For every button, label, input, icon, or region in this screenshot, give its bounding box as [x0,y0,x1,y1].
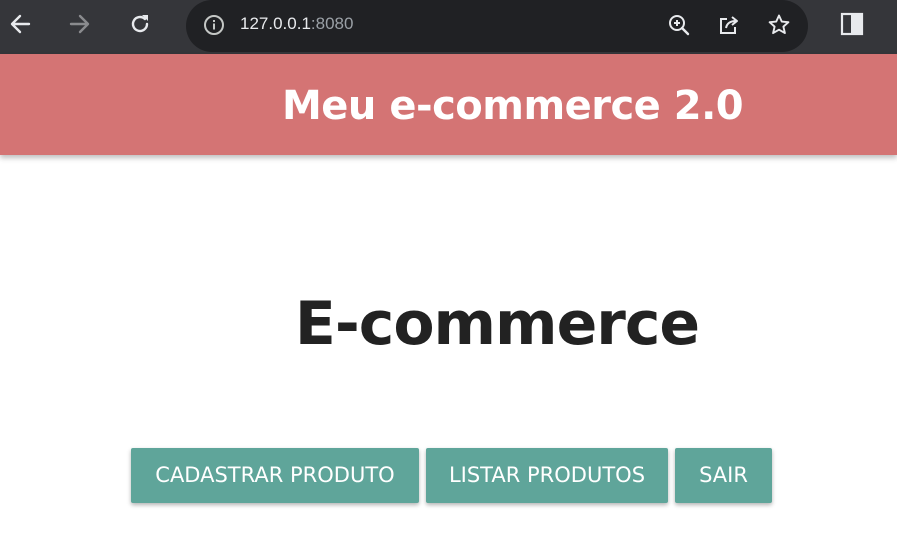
info-icon[interactable] [200,11,228,39]
app-title: Meu e-commerce 2.0 [282,83,744,129]
url-host: 127.0.0.1 [240,14,311,33]
side-panel-button[interactable] [837,9,867,39]
page-heading: E-commerce [294,289,700,359]
reload-button[interactable] [125,9,155,39]
browser-toolbar: 127.0.0.1:8080 [0,0,897,54]
sair-button[interactable]: SAIR [675,448,772,503]
url-port: :8080 [310,14,354,33]
back-button[interactable] [5,9,35,39]
star-icon[interactable] [765,11,793,39]
zoom-in-icon[interactable] [665,11,693,39]
address-bar[interactable]: 127.0.0.1:8080 [186,0,808,52]
share-icon[interactable] [715,11,743,39]
side-panel-icon [840,12,864,36]
reload-icon [131,15,149,33]
url-text[interactable]: 127.0.0.1:8080 [240,14,353,34]
forward-button[interactable] [65,9,95,39]
arrow-right-icon [69,14,90,34]
arrow-left-icon [10,14,31,34]
app-header: Meu e-commerce 2.0 [0,54,897,155]
listar-produtos-button[interactable]: LISTAR PRODUTOS [426,448,668,503]
cadastrar-produto-button[interactable]: CADASTRAR PRODUTO [131,448,419,503]
